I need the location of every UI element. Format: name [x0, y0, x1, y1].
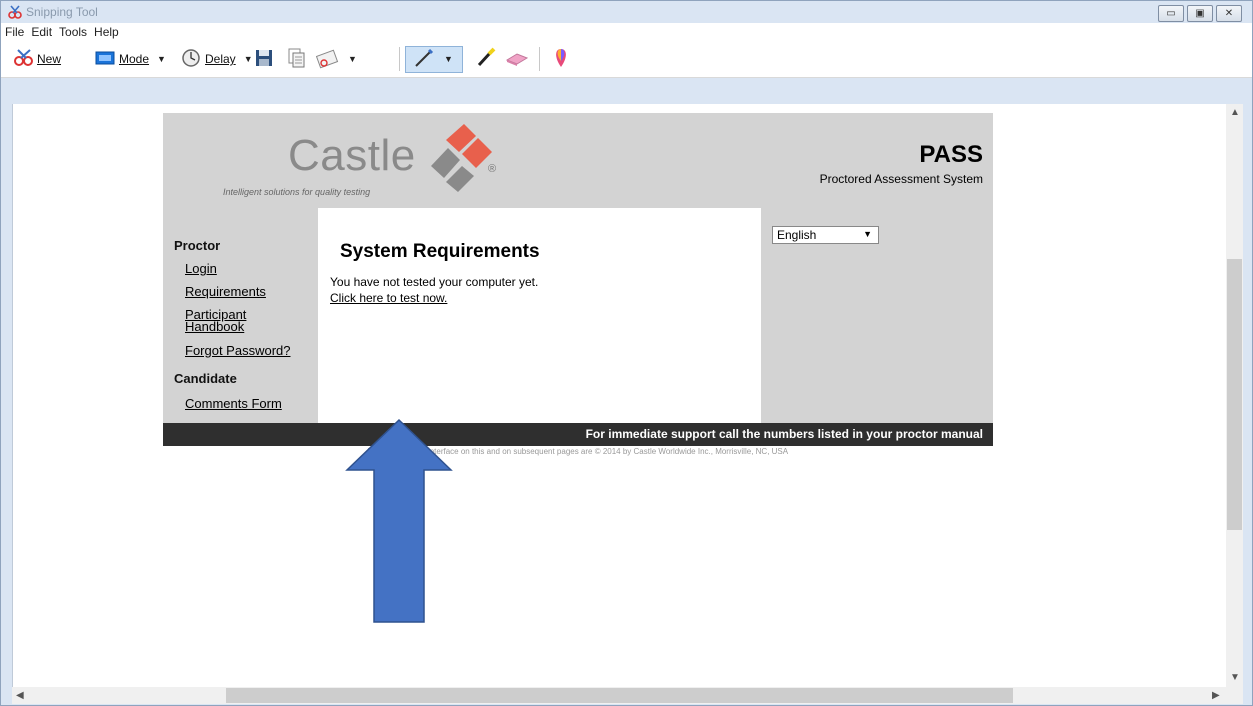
- toolbar-separator: [539, 47, 540, 71]
- scroll-up-arrow-icon[interactable]: ▲: [1230, 107, 1240, 118]
- copyright-notice: The content and interface on this and on…: [367, 447, 789, 456]
- nav-login-link[interactable]: Login: [185, 262, 217, 275]
- new-label: New: [37, 52, 62, 66]
- close-button[interactable]: ✕: [1216, 5, 1242, 22]
- new-snip-button[interactable]: New: [13, 41, 61, 77]
- title-bar: Snipping Tool ▭ ▣ ✕: [1, 1, 1252, 23]
- right-panel: English ▼: [761, 208, 993, 423]
- delay-button[interactable]: Delay ▼: [181, 41, 253, 77]
- copy-button[interactable]: [288, 41, 306, 77]
- scissors-icon: [13, 48, 35, 71]
- window-title: Snipping Tool: [26, 5, 98, 19]
- registered-mark: ®: [488, 163, 497, 175]
- eraser-icon: [505, 49, 529, 70]
- language-select-value: English: [777, 228, 817, 242]
- nav-participant-handbook-link[interactable]: Participant Handbook: [185, 308, 260, 333]
- menu-help[interactable]: Help: [90, 23, 122, 39]
- product-subtitle: Proctored Assessment System: [819, 172, 983, 186]
- pen-button[interactable]: ▼: [413, 41, 453, 77]
- save-icon: [255, 49, 273, 70]
- scroll-right-arrow-icon[interactable]: ▶: [1212, 690, 1220, 701]
- test-status-message: You have not tested your computer yet.: [330, 275, 539, 289]
- delay-label: Delay: [205, 52, 236, 66]
- test-now-link[interactable]: Click here to test now.: [330, 291, 447, 305]
- highlighter-icon: [475, 47, 497, 72]
- mode-label: Mode: [119, 52, 150, 66]
- snipping-tool-window: Snipping Tool ▭ ▣ ✕ File Edit Tools Help Ne…: [0, 0, 1253, 706]
- language-select[interactable]: English ▼: [772, 226, 879, 244]
- paint-3d-button[interactable]: [551, 41, 571, 77]
- toolbar: New Mode ▼ Delay ▼ ▼ ▼: [1, 41, 1252, 78]
- pen-dropdown-arrow-icon[interactable]: ▼: [444, 54, 453, 64]
- castle-tagline: Intelligent solutions for quality testin…: [223, 187, 371, 197]
- scroll-left-arrow-icon[interactable]: ◀: [16, 690, 24, 701]
- paint-3d-icon: [551, 47, 571, 72]
- horizontal-scrollbar-thumb[interactable]: [226, 688, 1013, 703]
- castle-logo-text: Castle: [288, 131, 416, 180]
- chevron-down-icon: ▼: [863, 229, 872, 239]
- send-snip-button[interactable]: ▼: [315, 41, 357, 77]
- eraser-button[interactable]: [505, 41, 529, 77]
- mode-button[interactable]: Mode ▼: [95, 41, 166, 77]
- captured-web-page: Castle ® Intelligent solutions for quali…: [163, 113, 993, 456]
- vertical-scrollbar-thumb[interactable]: [1227, 259, 1242, 530]
- nav-comments-form-link[interactable]: Comments Form: [185, 397, 282, 410]
- highlighter-button[interactable]: [475, 41, 497, 77]
- save-button[interactable]: [255, 41, 273, 77]
- left-nav: Proctor Login Requirements Participant H…: [163, 208, 318, 423]
- rectangle-mode-icon: [95, 50, 115, 69]
- clock-icon: [181, 48, 201, 71]
- pen-icon: [413, 47, 435, 72]
- support-footer: For immediate support call the numbers l…: [163, 423, 993, 446]
- mode-dropdown-arrow-icon[interactable]: ▼: [157, 54, 166, 64]
- send-envelope-icon: [315, 47, 340, 72]
- minimize-button[interactable]: ▭: [1158, 5, 1184, 22]
- menu-edit[interactable]: Edit: [27, 23, 55, 39]
- delay-dropdown-arrow-icon[interactable]: ▼: [244, 54, 253, 64]
- page-title: System Requirements: [340, 241, 540, 262]
- send-dropdown-arrow-icon[interactable]: ▼: [348, 54, 357, 64]
- scissors-app-icon: [7, 4, 23, 25]
- candidate-heading: Candidate: [174, 371, 237, 386]
- scroll-down-arrow-icon[interactable]: ▼: [1230, 672, 1240, 683]
- menu-bar: File Edit Tools Help: [1, 23, 1252, 41]
- page-header: Castle ® Intelligent solutions for quali…: [163, 113, 993, 208]
- product-name: PASS: [919, 141, 983, 168]
- castle-logo-icon: [426, 118, 506, 201]
- copy-icon: [288, 48, 306, 71]
- annotation-arrow-icon: [345, 418, 453, 629]
- nav-forgot-password-link[interactable]: Forgot Password?: [185, 344, 291, 357]
- toolbar-separator: [399, 47, 400, 71]
- maximize-button[interactable]: ▣: [1187, 5, 1213, 22]
- menu-tools[interactable]: Tools: [55, 23, 90, 39]
- proctor-heading: Proctor: [174, 238, 221, 253]
- main-content: System Requirements You have not tested …: [318, 208, 761, 423]
- menu-file[interactable]: File: [1, 23, 27, 39]
- nav-requirements-link[interactable]: Requirements: [185, 285, 266, 298]
